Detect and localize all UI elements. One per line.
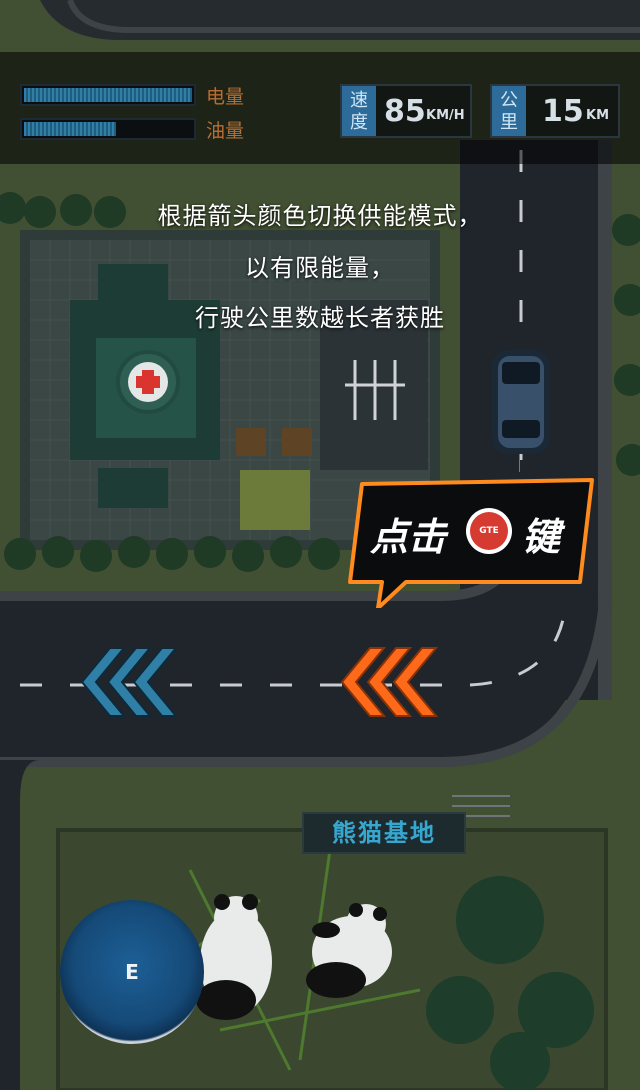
- orange-chevron-left-triple-icon: [340, 647, 439, 717]
- speed-value: 85: [384, 94, 426, 129]
- battery-label: 电量: [206, 86, 245, 108]
- distance-tag: 公里: [492, 86, 526, 136]
- instruction-line-3: 行驶公里数越长者获胜: [195, 304, 445, 332]
- fuel-label: 油量: [206, 120, 245, 142]
- gte-button-icon: GTE: [466, 508, 512, 554]
- panda-base-sign: 熊猫基地: [302, 812, 466, 854]
- gte-button-label: GTE: [470, 512, 508, 550]
- e-button[interactable]: E: [60, 900, 204, 1044]
- battery-gauge-fill: [24, 88, 192, 102]
- e-button-label: E: [125, 960, 139, 984]
- blue-chevron-left-triple-icon: [80, 647, 179, 717]
- battery-gauge: [20, 84, 196, 106]
- instruction-line-2: 以有限能量，: [245, 254, 395, 282]
- distance-value: 15: [542, 94, 584, 129]
- fuel-gauge-fill: [24, 122, 117, 136]
- distance-panel: 公里 15 KM: [490, 84, 620, 138]
- distance-unit: KM: [586, 108, 610, 123]
- fuel-gauge: [20, 118, 196, 140]
- callout-text-before: 点击: [370, 515, 447, 559]
- callout-text-after: 键: [522, 515, 561, 559]
- game-screen: 电量 油量 速度 85 KM/H 公里 15 KM 根据箭头颜色切换供能模式， …: [0, 0, 640, 1090]
- instruction-line-1: 根据箭头颜色切换供能模式，: [157, 202, 483, 230]
- speed-panel: 速度 85 KM/H: [340, 84, 472, 138]
- speed-tag: 速度: [342, 86, 376, 136]
- speed-unit: KM/H: [426, 108, 465, 123]
